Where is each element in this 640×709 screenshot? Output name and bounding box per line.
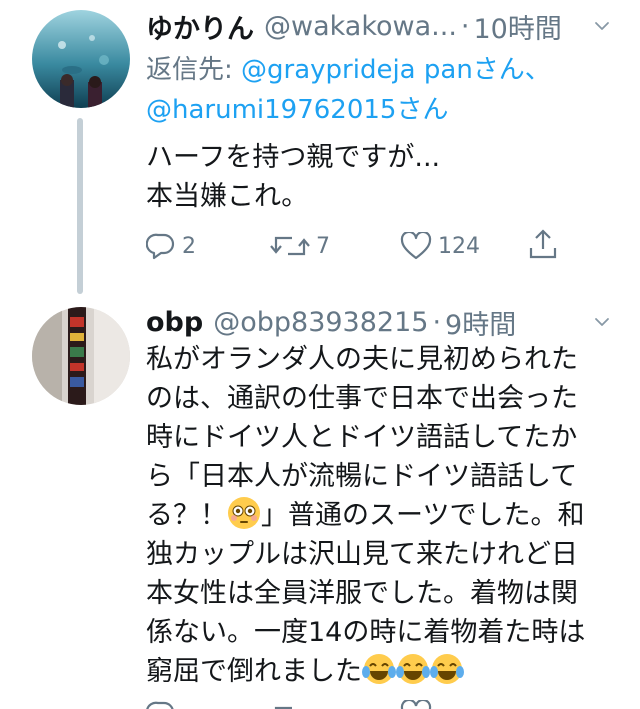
user-handle[interactable]: @obp83938215 xyxy=(213,307,428,338)
body-line: 」普通のスーツでした。和 xyxy=(261,500,585,531)
body-line: 私がオランダ人の夫に見初められた xyxy=(146,344,578,375)
body-line: 係ない。一度14の時に着物着た時は xyxy=(146,617,586,648)
retweet-icon xyxy=(274,706,292,709)
action-bar-partial xyxy=(146,700,616,709)
heart-icon xyxy=(400,700,432,709)
chevron-down-icon[interactable] xyxy=(594,314,610,330)
body-line: ら「日本人が流暢にドイツ語話して xyxy=(146,461,578,492)
avatar-obp[interactable] xyxy=(32,307,130,405)
body-line: る？！ xyxy=(146,500,227,531)
body-line-with-emoji: る？！ 」普通のスーツでした。和 xyxy=(146,496,614,535)
separator-dot: · xyxy=(432,306,442,338)
body-line: 独カップルは沢山見て来たけれど日 xyxy=(146,539,578,570)
tears-of-joy-emoji xyxy=(362,654,396,684)
flushed-face-emoji xyxy=(228,497,260,529)
timestamp[interactable]: 9時間 xyxy=(445,303,516,342)
tears-of-joy-emoji xyxy=(430,654,464,684)
body-line: のは、通訳の仕事で日本で出会った xyxy=(146,383,578,414)
body-line-with-emoji: 窮屈で倒れました xyxy=(146,652,614,691)
body-line: 本女性は全員洋服でした。着物は関 xyxy=(146,578,578,609)
tears-of-joy-emoji xyxy=(396,654,430,684)
tweet-header: obp @obp83938215 · 9時間 xyxy=(146,302,620,342)
body-line: 時にドイツ人とドイツ語話してたか xyxy=(146,422,578,453)
reply-icon xyxy=(146,701,174,709)
tweet-2[interactable]: obp @obp83938215 · 9時間 私がオランダ人の夫に見初められた … xyxy=(0,0,640,709)
tweet-body: 私がオランダ人の夫に見初められた のは、通訳の仕事で日本で出会った 時にドイツ人… xyxy=(146,340,614,691)
body-line: 窮屈で倒れました xyxy=(146,656,362,687)
display-name[interactable]: obp xyxy=(146,307,203,338)
